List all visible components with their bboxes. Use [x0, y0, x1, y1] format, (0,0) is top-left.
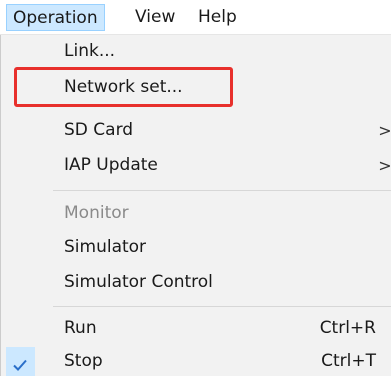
menu-item-label: Link... [64, 41, 116, 61]
menu-item-run[interactable]: Run Ctrl+R [1, 312, 391, 345]
menu-item-link[interactable]: Link... [1, 35, 391, 68]
menu-item-stop[interactable]: Stop Ctrl+T [1, 345, 391, 378]
menu-item-shortcut: Ctrl+T [321, 351, 376, 371]
submenu-arrow-icon: > [378, 156, 391, 175]
checkmark-icon [11, 353, 29, 371]
menu-operation-label: Operation [13, 8, 98, 28]
menu-help-label: Help [198, 7, 237, 27]
menu-item-label: Stop [64, 351, 103, 371]
menu-item-label: Simulator [64, 237, 147, 257]
menu-item-simulator[interactable]: Simulator [1, 231, 391, 264]
menu-item-label: Simulator Control [64, 272, 213, 292]
menu-item-label: Run [64, 318, 97, 338]
menu-bar: Operation View Help [0, 0, 391, 35]
menu-view[interactable]: View [129, 4, 181, 31]
submenu-arrow-icon: > [378, 121, 391, 140]
menu-view-label: View [135, 7, 176, 27]
menu-item-shortcut: Ctrl+R [319, 318, 376, 338]
menu-operation[interactable]: Operation [6, 4, 105, 31]
annotation-highlight-box [14, 67, 233, 107]
menu-item-label: SD Card [64, 120, 134, 140]
menu-item-iap-update[interactable]: IAP Update > [1, 149, 391, 182]
menu-separator [53, 306, 391, 307]
menu-item-simulator-control[interactable]: Simulator Control [1, 266, 391, 299]
menu-item-sd-card[interactable]: SD Card > [1, 114, 391, 147]
menu-help[interactable]: Help [192, 4, 243, 31]
menu-item-label: IAP Update [64, 155, 158, 175]
menu-item-monitor: Monitor [1, 197, 391, 230]
menu-separator [53, 190, 391, 191]
menu-item-label: Monitor [64, 203, 129, 223]
